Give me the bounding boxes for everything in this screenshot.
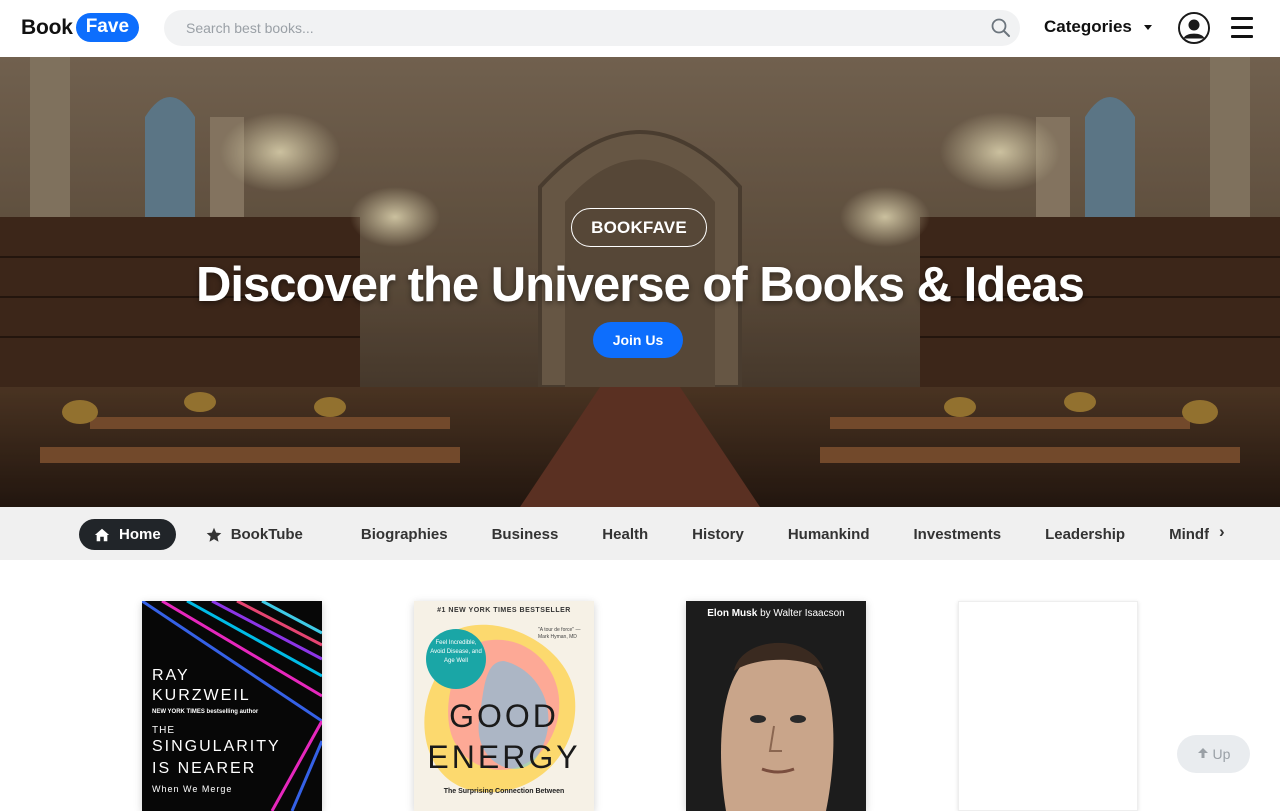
user-avatar-icon[interactable] xyxy=(1178,12,1210,44)
categories-dropdown[interactable]: Categories xyxy=(1044,17,1152,37)
book-card-elon-musk[interactable]: Elon Musk by Walter Isaacson xyxy=(686,601,866,811)
nav-item-label: BookTube xyxy=(230,526,303,543)
nav-item-booktube[interactable]: BookTube xyxy=(192,519,317,550)
join-us-button[interactable]: Join Us xyxy=(593,322,683,358)
search-icon[interactable] xyxy=(990,17,1012,39)
book-title-c: IS NEARER xyxy=(152,760,257,777)
category-nav: Home BookTube Biographies Business Healt… xyxy=(0,507,1280,560)
nav-item-home[interactable]: Home xyxy=(79,519,176,550)
book-title-a: THE xyxy=(152,725,175,736)
nav-item-label: Health xyxy=(602,526,649,543)
book-subtitle: The Surprising Connection Between xyxy=(443,788,565,795)
logo-text-book: Book xyxy=(21,15,73,39)
nav-item-label: Humankind xyxy=(787,526,870,543)
chevron-right-icon[interactable]: › xyxy=(1219,522,1233,544)
book-author-last: KURZWEIL xyxy=(152,687,251,704)
book-quote: "A tour de force" — Mark Hyman, MD xyxy=(538,627,581,640)
caret-down-icon xyxy=(1143,24,1152,30)
book-title-b: SINGULARITY xyxy=(152,738,281,755)
site-header: Book Fave Categories xyxy=(0,0,1280,57)
book-cover-art xyxy=(142,601,322,811)
book-card-placeholder[interactable] xyxy=(958,601,1138,811)
search-input[interactable] xyxy=(164,10,954,46)
nav-item-label: Mindful xyxy=(1169,526,1209,543)
book-cover-art xyxy=(686,601,866,811)
nav-item-label: Investments xyxy=(913,526,1002,543)
logo-text-fave: Fave xyxy=(75,13,140,42)
scroll-up-button[interactable]: Up xyxy=(1177,735,1250,773)
home-icon xyxy=(94,527,110,543)
category-nav-list: Home BookTube Biographies Business Healt… xyxy=(79,519,1209,550)
nav-item-label: Leadership xyxy=(1045,526,1126,543)
nav-item-label: Home xyxy=(119,526,161,543)
book-tagline: NEW YORK TIMES bestselling author xyxy=(152,709,259,715)
nav-item-health[interactable]: Health xyxy=(580,519,670,550)
menu-icon[interactable] xyxy=(1231,17,1253,39)
nav-item-label: Biographies xyxy=(360,526,448,543)
book-byline: by Walter Isaacson xyxy=(760,608,845,619)
nav-item-history[interactable]: History xyxy=(670,519,766,550)
nav-item-label: Business xyxy=(491,526,559,543)
book-circle-text: Feel Incredible, Avoid Disease, and Age … xyxy=(430,640,482,664)
arrow-up-icon xyxy=(1197,746,1209,762)
hero-banner: BOOKFAVE Discover the Universe of Books … xyxy=(0,57,1280,507)
book-card-good-energy[interactable]: #1 NEW YORK TIMES BESTSELLER Feel Incred… xyxy=(414,601,594,811)
book-banner: #1 NEW YORK TIMES BESTSELLER xyxy=(437,607,571,614)
logo[interactable]: Book Fave xyxy=(21,13,140,42)
book-subject: Elon Musk xyxy=(707,608,758,619)
book-title-b: ENERGY xyxy=(427,739,581,775)
nav-item-investments[interactable]: Investments xyxy=(892,519,1024,550)
nav-item-humankind[interactable]: Humankind xyxy=(766,519,892,550)
nav-item-mindful[interactable]: Mindful xyxy=(1147,519,1209,550)
book-subtitle: When We Merge xyxy=(152,784,233,794)
scroll-up-label: Up xyxy=(1212,746,1231,762)
book-card-singularity[interactable]: RAY KURZWEIL NEW YORK TIMES bestselling … xyxy=(142,601,322,811)
nav-item-label: History xyxy=(692,526,744,543)
search-bar xyxy=(164,10,1020,46)
book-title-a: GOOD xyxy=(449,698,559,734)
star-icon xyxy=(206,527,222,543)
hero-title: Discover the Universe of Books & Ideas xyxy=(196,258,1085,312)
categories-label: Categories xyxy=(1044,17,1132,36)
book-author-line: Elon Musk by Walter Isaacson xyxy=(686,608,866,619)
nav-item-leadership[interactable]: Leadership xyxy=(1023,519,1147,550)
book-grid: RAY KURZWEIL NEW YORK TIMES bestselling … xyxy=(0,560,1280,811)
nav-item-biographies[interactable]: Biographies xyxy=(339,519,470,550)
book-author-first: RAY xyxy=(152,667,190,684)
nav-item-business[interactable]: Business xyxy=(470,519,581,550)
hero-badge: BOOKFAVE xyxy=(571,208,707,247)
